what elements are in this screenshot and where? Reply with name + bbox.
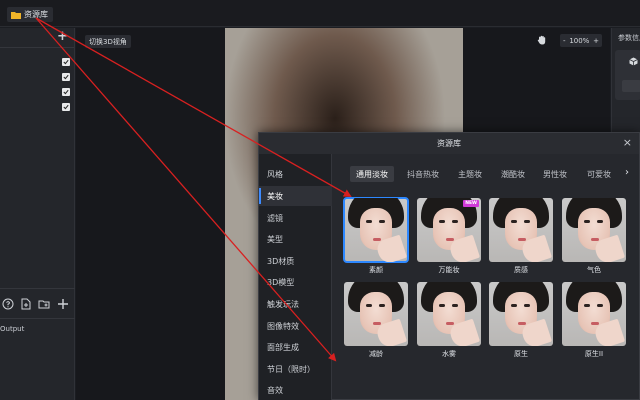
category-holiday[interactable]: 节日（限时） xyxy=(259,359,332,379)
zoom-value: 100% xyxy=(569,36,590,45)
makeup-item-label: 万能妆 xyxy=(438,266,460,274)
makeup-item-label: 水雾 xyxy=(442,350,456,358)
makeup-item[interactable]: 水雾 xyxy=(417,282,481,358)
category-filter[interactable]: 滤镜 xyxy=(259,208,332,228)
close-icon[interactable]: × xyxy=(623,137,632,149)
makeup-item-label: 素颜 xyxy=(369,266,383,274)
category-makeup[interactable]: 美妆 xyxy=(259,186,332,206)
layer-checkbox[interactable] xyxy=(62,103,70,111)
chevron-right-icon[interactable]: › xyxy=(625,167,629,178)
add-layer-button[interactable]: + xyxy=(57,30,68,44)
makeup-thumbnail: NEW xyxy=(417,198,481,262)
resource-library-tab-label: 资源库 xyxy=(24,10,48,19)
subtab-general-light[interactable]: 通用淡妆 xyxy=(350,166,394,182)
cube-icon xyxy=(629,57,638,66)
makeup-subtabs: 通用淡妆 抖音热妆 主题妆 潮酷妆 男性妆 可爱妆 xyxy=(337,166,637,182)
makeup-item-label: 原生II xyxy=(584,350,604,358)
toggle-3d-view-button[interactable]: 切换3D视角 xyxy=(85,35,131,48)
makeup-thumbnail xyxy=(417,282,481,346)
output-label: Output xyxy=(0,325,25,333)
category-face-gen[interactable]: 面部生成 xyxy=(259,337,332,357)
category-label: 滤镜 xyxy=(267,213,283,223)
category-image-effects[interactable]: 图像特效 xyxy=(259,316,332,336)
category-label: 触发玩法 xyxy=(267,299,299,309)
dialog-header: 资源库 × xyxy=(259,133,639,154)
subtab-douyin-hot[interactable]: 抖音热妆 xyxy=(401,166,445,182)
resource-library-dialog: 资源库 × 风格 美妆 滤镜 美型 3D材质 3D模型 触发玩法 图像特效 面部… xyxy=(258,132,640,400)
properties-title: 参数信息 xyxy=(618,34,640,42)
category-label: 3D模型 xyxy=(267,277,295,287)
category-sound[interactable]: 音效 xyxy=(259,380,332,400)
layers-panel: + Output xyxy=(0,28,75,400)
zoom-control: - 100% + xyxy=(560,34,602,47)
folder-icon xyxy=(11,11,21,19)
subtab-cute[interactable]: 可爱妆 xyxy=(581,166,617,182)
category-3d-material[interactable]: 3D材质 xyxy=(259,251,332,271)
makeup-thumbnail xyxy=(343,197,409,263)
category-3d-model[interactable]: 3D模型 xyxy=(259,272,332,292)
top-bar: 资源库 xyxy=(0,0,640,27)
makeup-grid: 素颜 NEW 万能妆 质感 气色 减龄 水雾 原生 原生II xyxy=(343,197,633,387)
layer-checkbox[interactable] xyxy=(62,88,70,96)
makeup-thumbnail xyxy=(562,282,626,346)
category-label: 音效 xyxy=(267,385,283,395)
makeup-thumbnail xyxy=(489,198,553,262)
makeup-item[interactable]: 原生II xyxy=(562,282,626,358)
layers-toolbar xyxy=(0,298,75,314)
category-label: 3D材质 xyxy=(267,256,295,266)
makeup-item[interactable]: 气色 xyxy=(562,198,626,274)
layer-checkbox[interactable] xyxy=(62,58,70,66)
category-label: 图像特效 xyxy=(267,321,299,331)
dialog-title: 资源库 xyxy=(437,139,461,148)
plus-icon[interactable] xyxy=(57,298,69,310)
panel-divider xyxy=(0,318,75,319)
makeup-item[interactable]: 减龄 xyxy=(344,282,408,358)
subtab-male[interactable]: 男性妆 xyxy=(537,166,573,182)
makeup-thumbnail xyxy=(489,282,553,346)
folder-add-icon[interactable] xyxy=(38,298,50,310)
file-add-icon[interactable] xyxy=(20,298,32,310)
property-field[interactable] xyxy=(622,80,640,92)
makeup-item[interactable]: NEW 万能妆 xyxy=(417,198,481,274)
layer-checkbox[interactable] xyxy=(62,73,70,81)
resource-library-tab[interactable]: 资源库 xyxy=(7,7,53,22)
category-label: 面部生成 xyxy=(267,342,299,352)
category-label: 美型 xyxy=(267,234,283,244)
makeup-thumbnail xyxy=(562,198,626,262)
makeup-thumbnail xyxy=(344,282,408,346)
makeup-item[interactable]: 素颜 xyxy=(343,197,409,274)
category-reshape[interactable]: 美型 xyxy=(259,229,332,249)
category-label: 节日（限时） xyxy=(267,364,315,374)
category-label: 风格 xyxy=(267,169,283,179)
subtab-cool[interactable]: 潮酷妆 xyxy=(495,166,531,182)
category-label: 美妆 xyxy=(267,191,283,201)
makeup-item[interactable]: 质感 xyxy=(489,198,553,274)
new-badge: NEW xyxy=(463,200,479,207)
category-style[interactable]: 风格 xyxy=(259,164,332,184)
layers-header: + xyxy=(0,28,74,48)
makeup-item-label: 原生 xyxy=(514,350,528,358)
zoom-out-button[interactable]: - xyxy=(563,37,566,45)
category-trigger[interactable]: 触发玩法 xyxy=(259,294,332,314)
makeup-item-label: 减龄 xyxy=(369,350,383,358)
subtab-theme[interactable]: 主题妆 xyxy=(452,166,488,182)
makeup-item-label: 气色 xyxy=(587,266,601,274)
makeup-item[interactable]: 原生 xyxy=(489,282,553,358)
category-list: 风格 美妆 滤镜 美型 3D材质 3D模型 触发玩法 图像特效 面部生成 节日（… xyxy=(259,154,332,400)
help-icon[interactable] xyxy=(2,298,14,310)
panel-divider xyxy=(0,288,75,289)
zoom-in-button[interactable]: + xyxy=(593,37,599,45)
hand-icon[interactable] xyxy=(536,34,548,46)
makeup-item-label: 质感 xyxy=(514,266,528,274)
